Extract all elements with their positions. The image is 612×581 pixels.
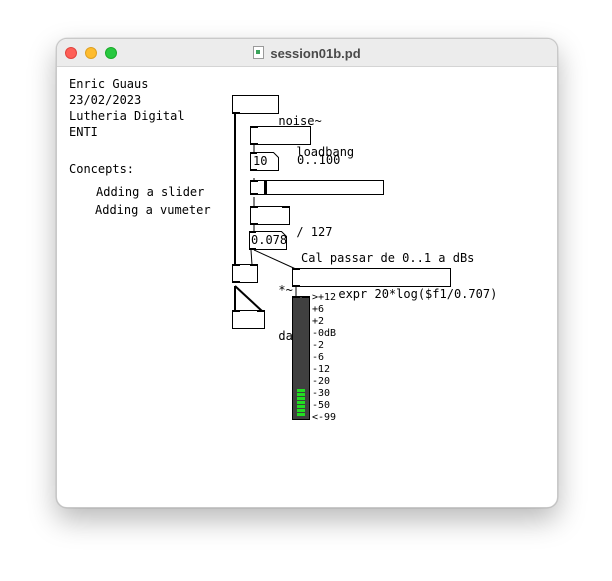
- horizontal-slider[interactable]: [250, 180, 384, 195]
- vumeter-inlet-right[interactable]: [302, 296, 309, 298]
- vumeter-inlet-left[interactable]: [293, 296, 300, 298]
- vumeter-scale-label: -20: [312, 376, 331, 387]
- divide-object[interactable]: / 127: [250, 206, 332, 239]
- vumeter-lit-segment: [297, 401, 305, 404]
- vumeter-scale-label: -12: [312, 364, 331, 375]
- expr-object[interactable]: expr 20*log($f1/0.707): [292, 268, 497, 301]
- vumeter-scale-label: <-99: [312, 412, 337, 423]
- vumeter-scale-label: -6: [312, 352, 325, 363]
- loadbang-outlet[interactable]: [251, 143, 258, 145]
- multiply-object[interactable]: *~: [232, 264, 293, 297]
- vumeter-scale-label: +6: [312, 304, 325, 315]
- expr-inlet[interactable]: [293, 268, 300, 270]
- slider-inlet[interactable]: [251, 180, 258, 182]
- dac-object[interactable]: dac~: [232, 310, 307, 343]
- title-bar[interactable]: session01b.pd: [57, 39, 557, 67]
- float-atom-value: 0.078: [251, 233, 288, 247]
- multiply-object-label: *~: [278, 283, 293, 297]
- slider-outlet[interactable]: [251, 193, 258, 195]
- comment-concept-slider: Adding a slider: [96, 185, 205, 199]
- divide-outlet[interactable]: [251, 223, 258, 225]
- loadbang-object[interactable]: loadbang: [250, 126, 354, 159]
- divide-inlet-right[interactable]: [282, 206, 289, 208]
- vumeter-scale-label: -0dB: [312, 328, 337, 339]
- pd-document-icon: [253, 46, 265, 59]
- noise-outlet[interactable]: [233, 112, 240, 114]
- slider-knob[interactable]: [264, 181, 267, 194]
- vumeter-scale-label: -2: [312, 340, 325, 351]
- loadbang-object-label: loadbang: [296, 145, 355, 159]
- divide-inlet-left[interactable]: [251, 206, 258, 208]
- vumeter-lit-segment: [297, 405, 305, 408]
- vumeter-scale-label: -30: [312, 388, 331, 399]
- comment-concepts-heading: Concepts:: [69, 162, 135, 176]
- window-title: session01b.pd: [270, 46, 361, 61]
- vumeter-lit-segment: [297, 409, 305, 412]
- expr-object-label: expr 20*log($f1/0.707): [338, 287, 498, 301]
- comment-author: Enric Guaus: [69, 77, 149, 91]
- number-box-value: 10: [253, 154, 268, 168]
- vumeter-lit-segment: [297, 389, 305, 392]
- noise-object[interactable]: noise~: [232, 95, 322, 128]
- dac-inlet-right[interactable]: [257, 310, 264, 312]
- vumeter-lit-segment: [297, 413, 305, 416]
- multiply-inlet-left[interactable]: [233, 264, 240, 266]
- cord-float-to-multiply: [250, 249, 253, 266]
- float-atom[interactable]: 0.078: [249, 231, 287, 250]
- comment-course: Lutheria Digital: [69, 109, 185, 123]
- expr-outlet[interactable]: [293, 285, 300, 287]
- multiply-outlet[interactable]: [233, 281, 240, 283]
- multiply-inlet-right[interactable]: [250, 264, 257, 266]
- loadbang-inlet[interactable]: [251, 126, 258, 128]
- vumeter-scale-label: +2: [312, 316, 325, 327]
- comment-db-conversion: Cal passar de 0..1 a dBs: [301, 251, 475, 265]
- vumeter-scale-label: -50: [312, 400, 331, 411]
- comment-concept-vumeter: Adding a vumeter: [95, 203, 211, 217]
- vumeter-lit-segment: [297, 397, 305, 400]
- comment-date: 23/02/2023: [69, 93, 142, 107]
- patch-canvas[interactable]: Enric Guaus 23/02/2023 Lutheria Digital …: [57, 67, 557, 507]
- number-box[interactable]: 10: [250, 152, 279, 171]
- vumeter-scale-label: >+12: [312, 292, 337, 303]
- vumeter[interactable]: [292, 296, 310, 420]
- dac-inlet-left[interactable]: [233, 310, 240, 312]
- comment-school: ENTI: [69, 125, 98, 139]
- divide-object-label: / 127: [296, 225, 333, 239]
- vumeter-lit-segment: [297, 393, 305, 396]
- pd-patch-window: session01b.pd Enric Guaus 23/02/2023 Lut…: [56, 38, 558, 508]
